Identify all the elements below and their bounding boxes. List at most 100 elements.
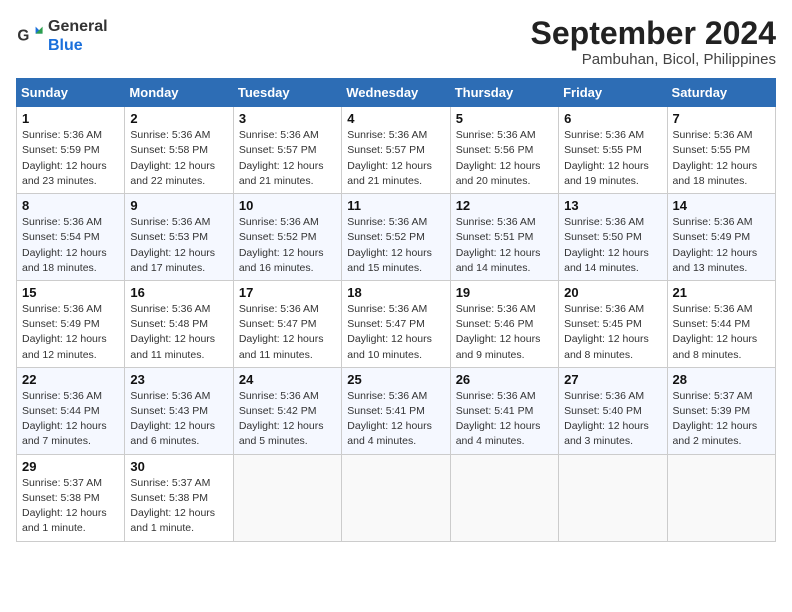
day-number: 16 (130, 285, 227, 300)
day-number: 25 (347, 372, 444, 387)
day-number: 13 (564, 198, 661, 213)
day-info: Sunrise: 5:36 AM Sunset: 5:52 PM Dayligh… (347, 215, 444, 276)
title-area: September 2024 Pambuhan, Bicol, Philippi… (531, 16, 776, 68)
day-number: 28 (673, 372, 770, 387)
calendar-cell: 22 Sunrise: 5:36 AM Sunset: 5:44 PM Dayli… (17, 367, 125, 454)
calendar-cell: 21 Sunrise: 5:36 AM Sunset: 5:44 PM Dayli… (667, 280, 775, 367)
day-number: 3 (239, 111, 336, 126)
day-info: Sunrise: 5:36 AM Sunset: 5:42 PM Dayligh… (239, 389, 336, 450)
day-number: 4 (347, 111, 444, 126)
calendar-cell (450, 454, 558, 541)
day-info: Sunrise: 5:36 AM Sunset: 5:41 PM Dayligh… (347, 389, 444, 450)
calendar-cell: 11 Sunrise: 5:36 AM Sunset: 5:52 PM Dayli… (342, 194, 450, 281)
day-number: 30 (130, 459, 227, 474)
logo-icon: G (16, 21, 44, 49)
month-title: September 2024 (531, 16, 776, 51)
day-of-week-header: Thursday (450, 79, 558, 107)
day-info: Sunrise: 5:36 AM Sunset: 5:47 PM Dayligh… (347, 302, 444, 363)
calendar-cell: 18 Sunrise: 5:36 AM Sunset: 5:47 PM Dayli… (342, 280, 450, 367)
day-info: Sunrise: 5:36 AM Sunset: 5:45 PM Dayligh… (564, 302, 661, 363)
day-info: Sunrise: 5:37 AM Sunset: 5:38 PM Dayligh… (130, 476, 227, 537)
day-number: 11 (347, 198, 444, 213)
day-number: 5 (456, 111, 553, 126)
day-number: 21 (673, 285, 770, 300)
day-number: 29 (22, 459, 119, 474)
day-number: 15 (22, 285, 119, 300)
day-of-week-header: Tuesday (233, 79, 341, 107)
day-info: Sunrise: 5:36 AM Sunset: 5:46 PM Dayligh… (456, 302, 553, 363)
calendar-cell (667, 454, 775, 541)
day-number: 27 (564, 372, 661, 387)
day-info: Sunrise: 5:36 AM Sunset: 5:58 PM Dayligh… (130, 128, 227, 189)
day-info: Sunrise: 5:36 AM Sunset: 5:57 PM Dayligh… (347, 128, 444, 189)
day-of-week-header: Wednesday (342, 79, 450, 107)
day-number: 20 (564, 285, 661, 300)
svg-text:G: G (17, 28, 29, 45)
day-number: 10 (239, 198, 336, 213)
calendar-cell: 30 Sunrise: 5:37 AM Sunset: 5:38 PM Dayli… (125, 454, 233, 541)
day-info: Sunrise: 5:36 AM Sunset: 5:43 PM Dayligh… (130, 389, 227, 450)
calendar-cell: 13 Sunrise: 5:36 AM Sunset: 5:50 PM Dayli… (559, 194, 667, 281)
calendar-cell: 15 Sunrise: 5:36 AM Sunset: 5:49 PM Dayli… (17, 280, 125, 367)
day-of-week-header: Monday (125, 79, 233, 107)
calendar-cell: 16Sunrise: 5:36 AM Sunset: 5:48 PM Dayli… (125, 280, 233, 367)
calendar-cell: 17Sunrise: 5:36 AM Sunset: 5:47 PM Dayli… (233, 280, 341, 367)
day-of-week-header: Sunday (17, 79, 125, 107)
day-info: Sunrise: 5:36 AM Sunset: 5:44 PM Dayligh… (22, 389, 119, 450)
logo-general-text: General (48, 18, 108, 35)
day-info: Sunrise: 5:36 AM Sunset: 5:44 PM Dayligh… (673, 302, 770, 363)
calendar-week-row: 29 Sunrise: 5:37 AM Sunset: 5:38 PM Dayli… (17, 454, 776, 541)
day-info: Sunrise: 5:36 AM Sunset: 5:49 PM Dayligh… (673, 215, 770, 276)
day-info: Sunrise: 5:36 AM Sunset: 5:41 PM Dayligh… (456, 389, 553, 450)
calendar-cell: 24Sunrise: 5:36 AM Sunset: 5:42 PM Dayli… (233, 367, 341, 454)
calendar-week-row: 22 Sunrise: 5:36 AM Sunset: 5:44 PM Dayli… (17, 367, 776, 454)
logo-blue-text: Blue (48, 37, 83, 54)
day-number: 18 (347, 285, 444, 300)
calendar-cell: 6Sunrise: 5:36 AM Sunset: 5:55 PM Daylig… (559, 107, 667, 194)
calendar-cell (559, 454, 667, 541)
day-number: 2 (130, 111, 227, 126)
calendar-cell: 28Sunrise: 5:37 AM Sunset: 5:39 PM Dayli… (667, 367, 775, 454)
day-info: Sunrise: 5:36 AM Sunset: 5:59 PM Dayligh… (22, 128, 119, 189)
calendar-cell (233, 454, 341, 541)
page-header: G General Blue September 2024 Pambuhan, … (16, 16, 776, 68)
calendar-week-row: 8Sunrise: 5:36 AM Sunset: 5:54 PM Daylig… (17, 194, 776, 281)
day-info: Sunrise: 5:36 AM Sunset: 5:56 PM Dayligh… (456, 128, 553, 189)
day-number: 22 (22, 372, 119, 387)
day-info: Sunrise: 5:36 AM Sunset: 5:51 PM Dayligh… (456, 215, 553, 276)
calendar-cell: 10Sunrise: 5:36 AM Sunset: 5:52 PM Dayli… (233, 194, 341, 281)
calendar-cell: 8Sunrise: 5:36 AM Sunset: 5:54 PM Daylig… (17, 194, 125, 281)
day-info: Sunrise: 5:36 AM Sunset: 5:55 PM Dayligh… (673, 128, 770, 189)
calendar-cell: 23 Sunrise: 5:36 AM Sunset: 5:43 PM Dayli… (125, 367, 233, 454)
calendar-cell: 2 Sunrise: 5:36 AM Sunset: 5:58 PM Daylig… (125, 107, 233, 194)
day-number: 17 (239, 285, 336, 300)
day-info: Sunrise: 5:36 AM Sunset: 5:50 PM Dayligh… (564, 215, 661, 276)
calendar-cell: 4 Sunrise: 5:36 AM Sunset: 5:57 PM Daylig… (342, 107, 450, 194)
calendar-table: SundayMondayTuesdayWednesdayThursdayFrid… (16, 78, 776, 541)
calendar-cell: 9Sunrise: 5:36 AM Sunset: 5:53 PM Daylig… (125, 194, 233, 281)
logo: G General Blue (16, 16, 108, 54)
day-number: 26 (456, 372, 553, 387)
day-info: Sunrise: 5:37 AM Sunset: 5:38 PM Dayligh… (22, 476, 119, 537)
day-of-week-header: Saturday (667, 79, 775, 107)
calendar-cell: 1 Sunrise: 5:36 AM Sunset: 5:59 PM Daylig… (17, 107, 125, 194)
day-number: 23 (130, 372, 227, 387)
calendar-cell: 29 Sunrise: 5:37 AM Sunset: 5:38 PM Dayli… (17, 454, 125, 541)
day-number: 8 (22, 198, 119, 213)
day-number: 12 (456, 198, 553, 213)
day-info: Sunrise: 5:36 AM Sunset: 5:55 PM Dayligh… (564, 128, 661, 189)
calendar-cell: 27Sunrise: 5:36 AM Sunset: 5:40 PM Dayli… (559, 367, 667, 454)
day-info: Sunrise: 5:36 AM Sunset: 5:49 PM Dayligh… (22, 302, 119, 363)
calendar-cell (342, 454, 450, 541)
day-number: 7 (673, 111, 770, 126)
calendar-cell: 14 Sunrise: 5:36 AM Sunset: 5:49 PM Dayli… (667, 194, 775, 281)
day-number: 9 (130, 198, 227, 213)
day-number: 1 (22, 111, 119, 126)
day-number: 19 (456, 285, 553, 300)
day-info: Sunrise: 5:36 AM Sunset: 5:57 PM Dayligh… (239, 128, 336, 189)
day-number: 14 (673, 198, 770, 213)
calendar-cell: 26 Sunrise: 5:36 AM Sunset: 5:41 PM Dayli… (450, 367, 558, 454)
calendar-week-row: 15 Sunrise: 5:36 AM Sunset: 5:49 PM Dayli… (17, 280, 776, 367)
calendar-cell: 12 Sunrise: 5:36 AM Sunset: 5:51 PM Dayli… (450, 194, 558, 281)
calendar-cell: 19 Sunrise: 5:36 AM Sunset: 5:46 PM Dayli… (450, 280, 558, 367)
